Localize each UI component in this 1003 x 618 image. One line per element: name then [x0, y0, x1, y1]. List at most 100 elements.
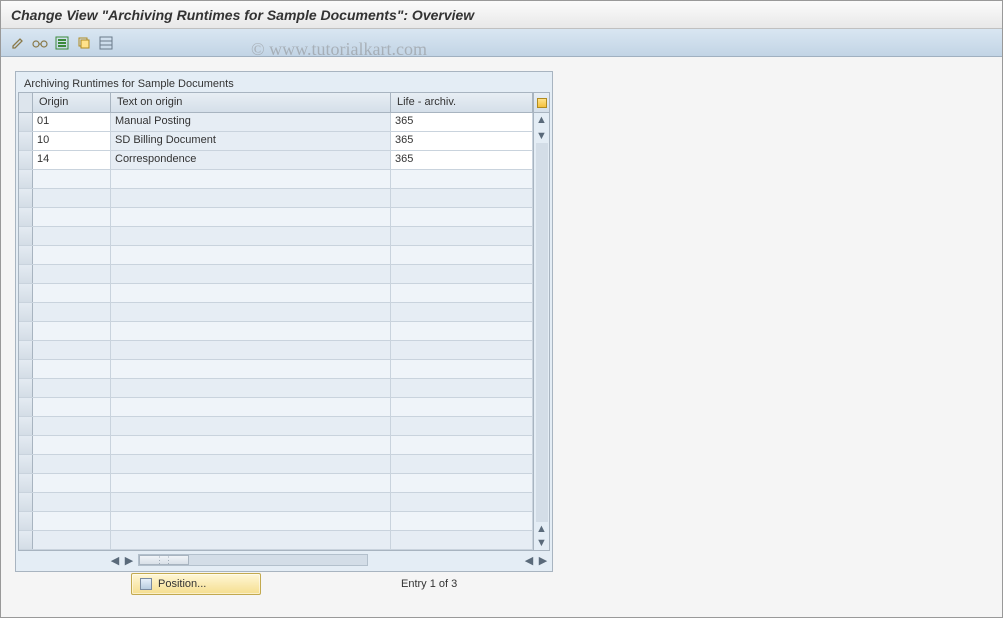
- table-row[interactable]: [19, 227, 533, 246]
- cell-text[interactable]: [111, 360, 391, 378]
- cell-origin[interactable]: [33, 189, 111, 207]
- table-row[interactable]: 01Manual Posting365: [19, 113, 533, 132]
- hscroll-right2-icon[interactable]: ▶: [536, 553, 550, 567]
- table-settings-icon[interactable]: [537, 98, 547, 108]
- cell-life[interactable]: 365: [391, 132, 533, 150]
- cell-origin[interactable]: [33, 227, 111, 245]
- col-header-life[interactable]: Life - archiv.: [391, 93, 533, 112]
- cell-text[interactable]: [111, 170, 391, 188]
- cell-text[interactable]: [111, 284, 391, 302]
- cell-text[interactable]: [111, 493, 391, 511]
- cell-origin[interactable]: [33, 512, 111, 530]
- config-corner[interactable]: [534, 93, 549, 113]
- table-row[interactable]: [19, 417, 533, 436]
- table-row[interactable]: [19, 189, 533, 208]
- position-button[interactable]: Position...: [131, 573, 261, 595]
- cell-life[interactable]: [391, 360, 533, 378]
- table-row[interactable]: [19, 493, 533, 512]
- cell-life[interactable]: [391, 474, 533, 492]
- table-row[interactable]: 14Correspondence365: [19, 151, 533, 170]
- row-selector[interactable]: [19, 265, 33, 283]
- cell-origin[interactable]: [33, 455, 111, 473]
- cell-life[interactable]: [391, 436, 533, 454]
- table-row[interactable]: [19, 360, 533, 379]
- cell-life[interactable]: [391, 208, 533, 226]
- row-selector[interactable]: [19, 284, 33, 302]
- cell-life[interactable]: [391, 322, 533, 340]
- cell-life[interactable]: [391, 284, 533, 302]
- cell-life[interactable]: [391, 246, 533, 264]
- cell-origin[interactable]: [33, 398, 111, 416]
- cell-text[interactable]: [111, 341, 391, 359]
- row-selector[interactable]: [19, 360, 33, 378]
- table-row[interactable]: [19, 512, 533, 531]
- table-row[interactable]: [19, 531, 533, 550]
- row-selector[interactable]: [19, 531, 33, 549]
- row-selector[interactable]: [19, 170, 33, 188]
- copy-icon[interactable]: [75, 34, 93, 52]
- cell-text[interactable]: [111, 303, 391, 321]
- row-selector[interactable]: [19, 398, 33, 416]
- row-selector[interactable]: [19, 341, 33, 359]
- table-row[interactable]: [19, 265, 533, 284]
- cell-life[interactable]: [391, 265, 533, 283]
- row-selector[interactable]: [19, 512, 33, 530]
- cell-origin[interactable]: [33, 341, 111, 359]
- table-row[interactable]: [19, 455, 533, 474]
- cell-origin[interactable]: [33, 493, 111, 511]
- horizontal-scrollbar[interactable]: ◀ ▶ ⋮⋮ ◀ ▶: [18, 551, 550, 569]
- hscroll-track[interactable]: ⋮⋮: [138, 554, 368, 566]
- cell-life[interactable]: [391, 189, 533, 207]
- col-header-text[interactable]: Text on origin: [111, 93, 391, 112]
- scroll-up-icon[interactable]: ▲: [535, 113, 549, 127]
- table-row[interactable]: [19, 170, 533, 189]
- cell-text[interactable]: [111, 417, 391, 435]
- row-selector[interactable]: [19, 455, 33, 473]
- cell-life[interactable]: [391, 303, 533, 321]
- row-selector[interactable]: [19, 303, 33, 321]
- cell-life[interactable]: [391, 398, 533, 416]
- cell-origin[interactable]: [33, 474, 111, 492]
- cell-origin[interactable]: [33, 360, 111, 378]
- cell-text[interactable]: [111, 512, 391, 530]
- vscroll-track[interactable]: [536, 143, 548, 522]
- cell-origin[interactable]: [33, 436, 111, 454]
- table-row[interactable]: [19, 398, 533, 417]
- glasses-icon[interactable]: [31, 34, 49, 52]
- cell-text[interactable]: [111, 322, 391, 340]
- table-row[interactable]: 10SD Billing Document365: [19, 132, 533, 151]
- cell-origin[interactable]: [33, 417, 111, 435]
- hscroll-thumb[interactable]: ⋮⋮: [139, 555, 189, 565]
- row-selector[interactable]: [19, 322, 33, 340]
- row-selector[interactable]: [19, 227, 33, 245]
- row-selector[interactable]: [19, 474, 33, 492]
- cell-life[interactable]: 365: [391, 113, 533, 131]
- cell-origin[interactable]: [33, 379, 111, 397]
- cell-life[interactable]: [391, 170, 533, 188]
- row-selector[interactable]: [19, 151, 33, 169]
- table-row[interactable]: [19, 208, 533, 227]
- cell-life[interactable]: [391, 455, 533, 473]
- cell-origin[interactable]: [33, 322, 111, 340]
- hscroll-left-icon[interactable]: ◀: [108, 553, 122, 567]
- row-selector[interactable]: [19, 113, 33, 131]
- table-row[interactable]: [19, 246, 533, 265]
- row-selector[interactable]: [19, 189, 33, 207]
- table-row[interactable]: [19, 379, 533, 398]
- cell-origin[interactable]: [33, 246, 111, 264]
- row-selector[interactable]: [19, 379, 33, 397]
- row-selector[interactable]: [19, 417, 33, 435]
- cell-origin[interactable]: 14: [33, 151, 111, 169]
- cell-life[interactable]: [391, 493, 533, 511]
- cell-text[interactable]: [111, 398, 391, 416]
- cell-life[interactable]: 365: [391, 151, 533, 169]
- cell-text[interactable]: [111, 265, 391, 283]
- cell-text[interactable]: [111, 436, 391, 454]
- cell-life[interactable]: [391, 531, 533, 549]
- scroll-down2-icon[interactable]: ▼: [535, 536, 549, 550]
- row-selector[interactable]: [19, 246, 33, 264]
- cell-text[interactable]: [111, 474, 391, 492]
- hscroll-left2-icon[interactable]: ◀: [522, 553, 536, 567]
- cell-life[interactable]: [391, 379, 533, 397]
- scroll-up2-icon[interactable]: ▲: [535, 522, 549, 536]
